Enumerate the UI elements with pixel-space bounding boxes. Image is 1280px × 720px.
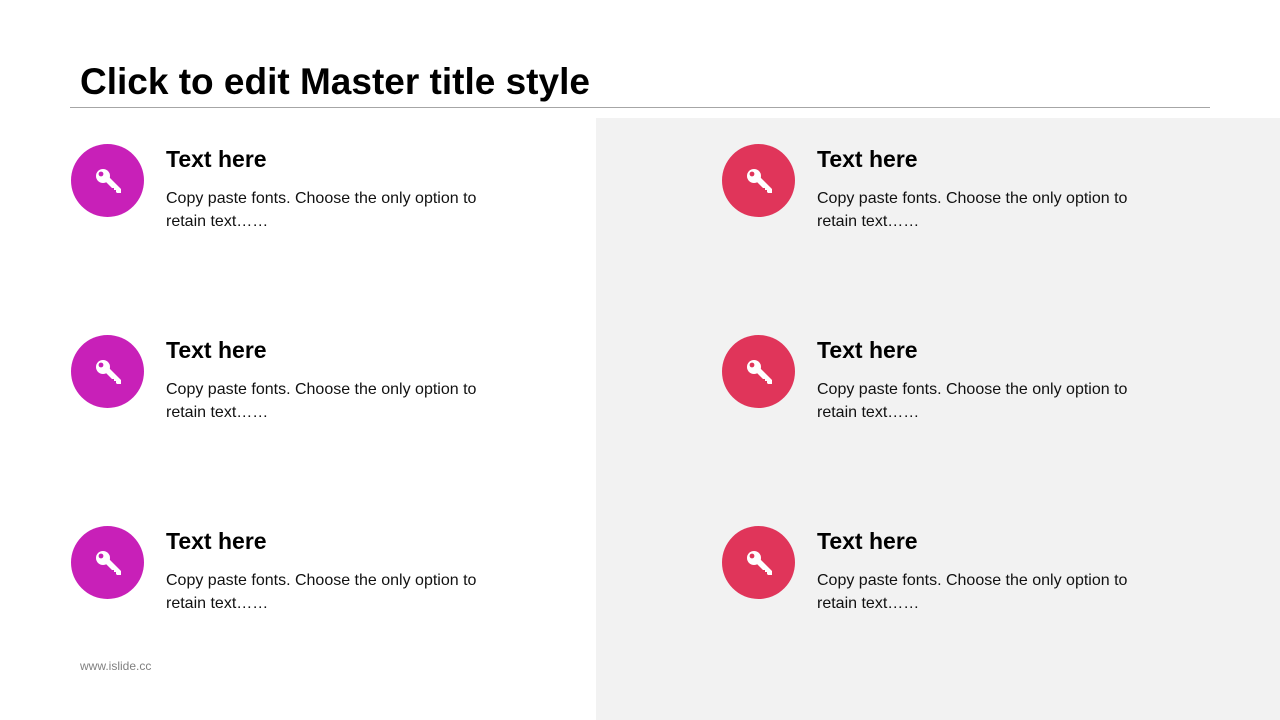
key-icon-badge bbox=[722, 526, 795, 599]
item-heading[interactable]: Text here bbox=[166, 144, 267, 174]
feature-item-right-1[interactable]: Text here Copy paste fonts. Choose the o… bbox=[722, 144, 1242, 254]
item-heading[interactable]: Text here bbox=[166, 335, 267, 365]
item-heading[interactable]: Text here bbox=[817, 335, 918, 365]
key-icon-badge bbox=[71, 144, 144, 217]
feature-item-left-2[interactable]: Text here Copy paste fonts. Choose the o… bbox=[71, 335, 591, 445]
title-divider bbox=[70, 107, 1210, 108]
key-icon bbox=[746, 359, 772, 384]
item-body[interactable]: Copy paste fonts. Choose the only option… bbox=[166, 569, 506, 615]
feature-item-right-2[interactable]: Text here Copy paste fonts. Choose the o… bbox=[722, 335, 1242, 445]
item-body[interactable]: Copy paste fonts. Choose the only option… bbox=[166, 187, 506, 233]
item-body[interactable]: Copy paste fonts. Choose the only option… bbox=[817, 378, 1157, 424]
key-icon-badge bbox=[722, 144, 795, 217]
key-icon bbox=[95, 168, 121, 193]
key-icon bbox=[95, 550, 121, 575]
key-icon bbox=[746, 550, 772, 575]
feature-item-left-3[interactable]: Text here Copy paste fonts. Choose the o… bbox=[71, 526, 591, 636]
key-icon-badge bbox=[722, 335, 795, 408]
item-heading[interactable]: Text here bbox=[817, 526, 918, 556]
item-body[interactable]: Copy paste fonts. Choose the only option… bbox=[817, 187, 1157, 233]
footer-url: www.islide.cc bbox=[80, 659, 152, 673]
item-heading[interactable]: Text here bbox=[166, 526, 267, 556]
key-icon-badge bbox=[71, 335, 144, 408]
slide-title[interactable]: Click to edit Master title style bbox=[80, 60, 590, 104]
key-icon-badge bbox=[71, 526, 144, 599]
item-body[interactable]: Copy paste fonts. Choose the only option… bbox=[166, 378, 506, 424]
item-heading[interactable]: Text here bbox=[817, 144, 918, 174]
feature-item-left-1[interactable]: Text here Copy paste fonts. Choose the o… bbox=[71, 144, 591, 254]
key-icon bbox=[95, 359, 121, 384]
feature-item-right-3[interactable]: Text here Copy paste fonts. Choose the o… bbox=[722, 526, 1242, 636]
item-body[interactable]: Copy paste fonts. Choose the only option… bbox=[817, 569, 1157, 615]
key-icon bbox=[746, 168, 772, 193]
